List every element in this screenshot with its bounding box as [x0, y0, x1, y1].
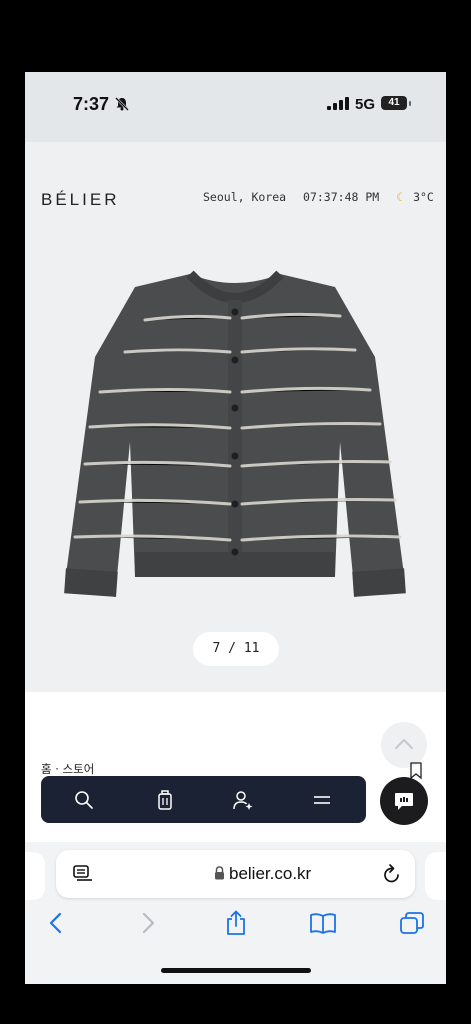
toolbar-cart-button[interactable]	[150, 786, 180, 814]
battery-indicator: 41	[381, 96, 407, 110]
status-time: 7:37	[73, 94, 110, 114]
user-icon	[233, 791, 253, 810]
tabs-icon	[400, 912, 424, 934]
site-hero: BÉLIER Seoul, Korea 07:37:48 PM ☾ 3°C 7 …	[25, 142, 446, 692]
safari-chrome: belier.co.kr	[25, 842, 446, 984]
book-icon	[310, 913, 336, 934]
chevron-left-icon	[49, 912, 62, 934]
tabs-button[interactable]	[397, 908, 427, 938]
temperature-label: 3°C	[413, 190, 434, 204]
share-icon	[227, 910, 245, 935]
moon-icon: ☾	[396, 190, 404, 204]
reload-icon[interactable]	[382, 863, 402, 885]
menu-icon	[314, 796, 330, 804]
site-toolbar	[41, 776, 366, 823]
tab-peek-left[interactable]	[25, 852, 45, 900]
back-button[interactable]	[41, 908, 71, 938]
bell-muted-icon	[115, 97, 129, 111]
url-text: belier.co.kr	[229, 864, 312, 883]
brand-logo[interactable]: BÉLIER	[41, 190, 119, 210]
breadcrumb[interactable]: 홈 · 스토어	[41, 761, 94, 777]
phone-screen: 7:37 5G 41 BÉLIER Seoul, Korea 07:37:48 …	[25, 72, 446, 984]
toolbar-account-button[interactable]	[228, 786, 258, 814]
lock-icon	[215, 866, 224, 880]
toolbar-menu-button[interactable]	[307, 786, 337, 814]
toolbar-search-button[interactable]	[69, 786, 99, 814]
share-button[interactable]	[221, 908, 251, 938]
forward-button[interactable]	[133, 908, 163, 938]
status-bar: 7:37 5G 41	[25, 72, 446, 142]
chevron-right-icon	[142, 912, 155, 934]
chat-icon	[395, 793, 413, 810]
tab-peek-right[interactable]	[425, 852, 446, 900]
search-icon	[75, 791, 93, 809]
signal-icon	[327, 97, 349, 110]
bookmarks-button[interactable]	[308, 908, 338, 938]
home-indicator	[161, 968, 311, 973]
page-menu-icon[interactable]	[72, 864, 94, 884]
address-bar[interactable]: belier.co.kr	[56, 850, 415, 898]
trash-icon	[158, 790, 172, 810]
location-label: Seoul, Korea	[203, 190, 287, 204]
clock-label: 07:37:48 PM	[303, 190, 380, 204]
chat-button[interactable]	[380, 777, 428, 825]
product-image-cardigan[interactable]	[50, 252, 420, 612]
battery-tip	[409, 101, 411, 106]
header-info: Seoul, Korea 07:37:48 PM ☾ 3°C	[203, 190, 444, 204]
network-label: 5G	[355, 96, 376, 113]
gallery-pager: 7 / 11	[193, 632, 279, 666]
